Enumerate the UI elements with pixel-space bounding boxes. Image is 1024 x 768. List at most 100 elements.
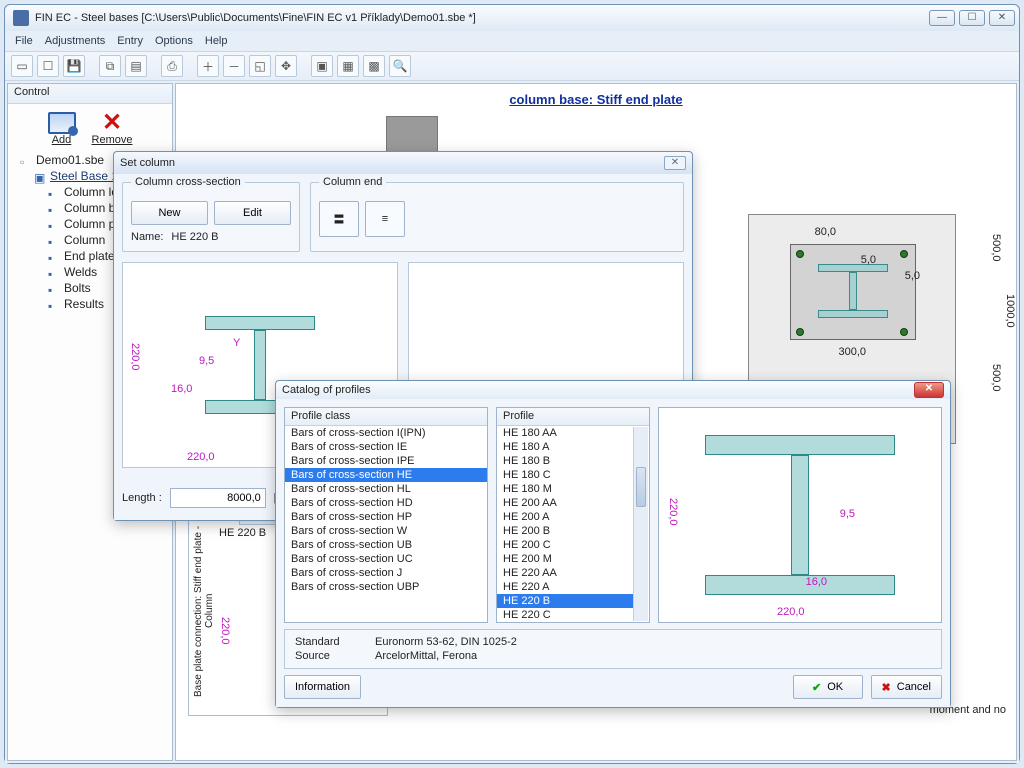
set-column-titlebar[interactable]: Set column ✕ (114, 152, 692, 174)
toolbar-zoomout-icon[interactable]: － (223, 55, 245, 77)
toolbar-zoomin-icon[interactable]: ＋ (197, 55, 219, 77)
control-header: Control (8, 84, 172, 104)
profile-class-item[interactable]: Bars of cross-section I(IPN) (285, 426, 487, 440)
toolbar-copy-icon[interactable]: ⧉ (99, 55, 121, 77)
profile-class-item[interactable]: Bars of cross-section IE (285, 440, 487, 454)
profile-item[interactable]: HE 220 C (497, 608, 634, 622)
window-title: FIN EC - Steel bases [C:\Users\Public\Do… (35, 12, 929, 24)
standard-label: Standard (295, 636, 375, 648)
profile-class-item[interactable]: Bars of cross-section UBP (285, 580, 487, 594)
scrollbar-thumb[interactable] (636, 467, 646, 507)
menubar: File Adjustments Entry Options Help (5, 31, 1019, 51)
profile-item[interactable]: HE 200 AA (497, 496, 634, 510)
bolt-icon (796, 328, 804, 336)
minimize-button[interactable]: — (929, 10, 955, 26)
toolbar-select3-icon[interactable]: ▩ (363, 55, 385, 77)
add-action[interactable]: Add (48, 112, 76, 146)
profile-list[interactable]: Profile HE 180 AAHE 180 AHE 180 BHE 180 … (496, 407, 650, 623)
catalog-info-box: Standard Euronorm 53-62, DIN 1025-2 Sour… (284, 629, 942, 669)
cancel-button[interactable]: ✖Cancel (871, 675, 942, 699)
leaf-icon (48, 266, 60, 278)
bolt-icon (796, 250, 804, 258)
bolt-icon (900, 328, 908, 336)
name-label: Name: (131, 231, 163, 243)
leaf-icon (48, 218, 60, 230)
profile-class-item[interactable]: Bars of cross-section UB (285, 538, 487, 552)
menu-file[interactable]: File (15, 35, 33, 47)
profile-item[interactable]: HE 180 M (497, 482, 634, 496)
information-button[interactable]: Information (284, 675, 361, 699)
profile-class-item[interactable]: Bars of cross-section HL (285, 482, 487, 496)
profile-class-item[interactable]: Bars of cross-section HP (285, 510, 487, 524)
menu-help[interactable]: Help (205, 35, 228, 47)
toolbar-select1-icon[interactable]: ▣ (311, 55, 333, 77)
profile-item[interactable]: HE 180 C (497, 468, 634, 482)
menu-adjustments[interactable]: Adjustments (45, 35, 106, 47)
name-value: HE 220 B (171, 231, 218, 243)
leaf-icon (48, 202, 60, 214)
dim-h: 220,0 (129, 343, 141, 371)
catalog-titlebar[interactable]: Catalog of profiles ✕ (276, 381, 950, 399)
new-button[interactable]: New (131, 201, 208, 225)
titlebar: FIN EC - Steel bases [C:\Users\Public\Do… (5, 5, 1019, 31)
edit-button[interactable]: Edit (214, 201, 291, 225)
profile-scrollbar[interactable] (633, 427, 648, 621)
toolbar-open-icon[interactable]: ☐ (37, 55, 59, 77)
toolbar-search-icon[interactable]: 🔍 (389, 55, 411, 77)
remove-action[interactable]: ✕ Remove (92, 112, 133, 146)
toolbar-save-icon[interactable]: 💾 (63, 55, 85, 77)
preview-dim-w: 220,0 (777, 606, 805, 618)
profile-class-item[interactable]: Bars of cross-section W (285, 524, 487, 538)
profile-class-item[interactable]: Bars of cross-section J (285, 566, 487, 580)
toolbar-select2-icon[interactable]: ▦ (337, 55, 359, 77)
behind-dim-h: 220,0 (219, 617, 231, 645)
profile-item[interactable]: HE 220 A (497, 580, 634, 594)
vertical-label: Base plate connection: Stiff end plate -… (193, 517, 207, 705)
bolt-icon (900, 250, 908, 258)
profile-item[interactable]: HE 200 C (497, 538, 634, 552)
catalog-dialog: Catalog of profiles ✕ Profile class Bars… (275, 380, 951, 708)
toolbar-paste-icon[interactable]: ▤ (125, 55, 147, 77)
profile-item[interactable]: HE 200 M (497, 552, 634, 566)
profile-item[interactable]: HE 180 AA (497, 426, 634, 440)
add-icon (48, 112, 76, 134)
toolbar-new-icon[interactable]: ▭ (11, 55, 33, 77)
set-column-close-button[interactable]: ✕ (664, 156, 686, 170)
profile-class-header: Profile class (285, 408, 487, 426)
end-type-a-button[interactable]: 〓 (319, 201, 359, 237)
profile-item[interactable]: HE 180 B (497, 454, 634, 468)
menu-entry[interactable]: Entry (117, 35, 143, 47)
length-input[interactable] (170, 488, 266, 508)
profile-icon: ≡ (382, 213, 388, 225)
end-type-b-button[interactable]: ≡ (365, 201, 405, 237)
leaf-icon (48, 234, 60, 246)
group-column-cross-section: Column cross-section New Edit Name: HE 2… (122, 182, 300, 252)
dim-tw: 9,5 (199, 355, 214, 367)
dim-bolt-h: 5,0 (861, 254, 876, 266)
maximize-button[interactable]: ☐ (959, 10, 985, 26)
profile-class-item[interactable]: Bars of cross-section IPE (285, 454, 487, 468)
profile-item[interactable]: HE 200 B (497, 524, 634, 538)
profile-item[interactable]: HE 180 A (497, 440, 634, 454)
remove-icon: ✕ (98, 112, 126, 134)
dim-fnd-h2: 500,0 (990, 364, 1002, 392)
catalog-close-button[interactable]: ✕ (914, 382, 944, 398)
profile-class-item[interactable]: Bars of cross-section HD (285, 496, 487, 510)
profile-class-item[interactable]: Bars of cross-section HE (285, 468, 487, 482)
ok-button[interactable]: ✔OK (793, 675, 863, 699)
toolbar-zoomfit-icon[interactable]: ◱ (249, 55, 271, 77)
add-label: Add (52, 134, 72, 146)
toolbar-pan-icon[interactable]: ✥ (275, 55, 297, 77)
leaf-icon (48, 282, 60, 294)
close-button[interactable]: ✕ (989, 10, 1015, 26)
profile-item[interactable]: HE 200 A (497, 510, 634, 524)
menu-options[interactable]: Options (155, 35, 193, 47)
dim-w: 220,0 (187, 451, 215, 463)
profile-item[interactable]: HE 220 AA (497, 566, 634, 580)
profile-item[interactable]: HE 220 B (497, 594, 634, 608)
profile-class-list[interactable]: Profile class Bars of cross-section I(IP… (284, 407, 488, 623)
toolbar-print-icon[interactable]: ⎙ (161, 55, 183, 77)
app-icon (13, 10, 29, 26)
profile-class-item[interactable]: Bars of cross-section UC (285, 552, 487, 566)
dim-plate-w: 300,0 (838, 346, 866, 358)
